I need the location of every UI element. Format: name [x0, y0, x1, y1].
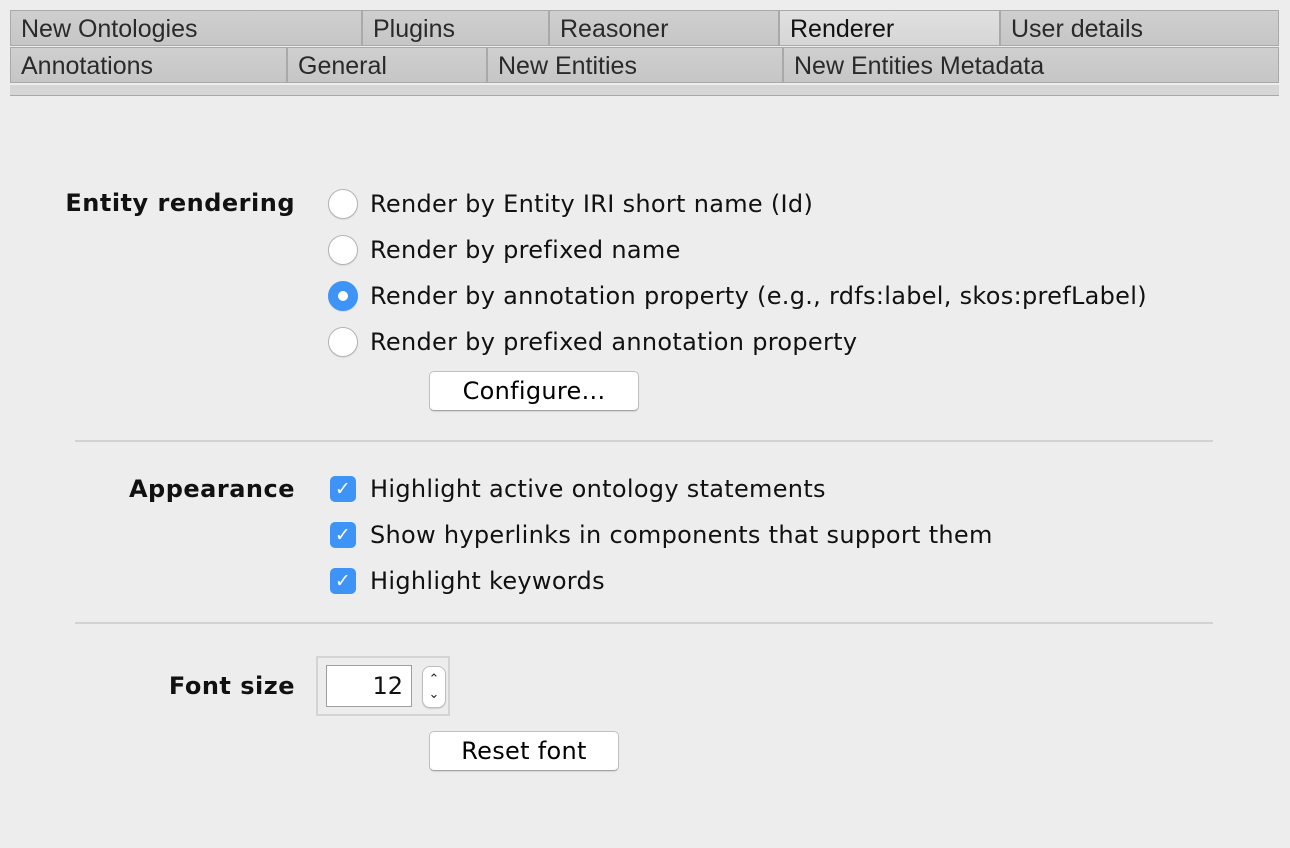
- font-size-input[interactable]: 12: [326, 665, 412, 707]
- configure-button[interactable]: Configure...: [429, 371, 639, 411]
- checkbox-highlight-active-ontology[interactable]: ✓ Highlight active ontology statements: [328, 475, 826, 503]
- tab-new-entities[interactable]: New Entities: [487, 47, 783, 83]
- tab-reasoner[interactable]: Reasoner: [549, 10, 779, 46]
- checkmark-icon[interactable]: ✓: [330, 522, 356, 548]
- checkbox-show-hyperlinks[interactable]: ✓ Show hyperlinks in components that sup…: [328, 521, 993, 549]
- tab-strip-border: [10, 85, 1279, 96]
- radio-option-prefixed-annotation-property[interactable]: Render by prefixed annotation property: [328, 327, 857, 357]
- tab-user-details[interactable]: User details: [1000, 10, 1279, 46]
- radio-label: Render by prefixed name: [370, 236, 681, 264]
- checkbox-highlight-keywords[interactable]: ✓ Highlight keywords: [328, 567, 605, 595]
- radio-option-annotation-property[interactable]: Render by annotation property (e.g., rdf…: [328, 281, 1147, 311]
- entity-rendering-label: Entity rendering: [65, 189, 295, 217]
- checkmark-icon[interactable]: ✓: [330, 568, 356, 594]
- tab-row-2: Annotations General New Entities New Ent…: [10, 47, 1279, 85]
- checkbox-label: Show hyperlinks in components that suppo…: [370, 521, 993, 549]
- font-size-spinner: 12 ⌃ ⌄: [316, 656, 450, 716]
- radio-button[interactable]: [328, 189, 358, 219]
- tab-plugins[interactable]: Plugins: [362, 10, 549, 46]
- radio-label: Render by Entity IRI short name (Id): [370, 190, 814, 218]
- tab-new-entities-metadata[interactable]: New Entities Metadata: [783, 47, 1279, 83]
- checkmark-icon[interactable]: ✓: [330, 476, 356, 502]
- radio-label: Render by annotation property (e.g., rdf…: [370, 282, 1147, 310]
- tab-new-ontologies[interactable]: New Ontologies: [10, 10, 362, 46]
- section-separator: [75, 622, 1213, 624]
- spinner-arrows[interactable]: ⌃ ⌄: [422, 666, 446, 708]
- chevron-up-icon[interactable]: ⌃: [429, 672, 440, 687]
- radio-button[interactable]: [328, 327, 358, 357]
- font-size-label: Font size: [168, 672, 295, 700]
- tab-annotations[interactable]: Annotations: [10, 47, 287, 83]
- chevron-down-icon[interactable]: ⌄: [429, 687, 440, 702]
- checkbox-label: Highlight keywords: [370, 567, 605, 595]
- radio-button[interactable]: [328, 235, 358, 265]
- tab-general[interactable]: General: [287, 47, 487, 83]
- tab-row-1: New Ontologies Plugins Reasoner Renderer…: [10, 10, 1279, 47]
- preferences-tab-bar: New Ontologies Plugins Reasoner Renderer…: [10, 10, 1279, 96]
- radio-label: Render by prefixed annotation property: [370, 328, 858, 356]
- tab-renderer[interactable]: Renderer: [779, 10, 1000, 46]
- reset-font-button[interactable]: Reset font: [429, 731, 619, 771]
- appearance-label: Appearance: [128, 475, 295, 503]
- checkbox-label: Highlight active ontology statements: [370, 475, 826, 503]
- radio-button-selected[interactable]: [328, 281, 358, 311]
- section-separator: [75, 440, 1213, 442]
- radio-option-prefixed-name[interactable]: Render by prefixed name: [328, 235, 681, 265]
- radio-option-iri-short-name[interactable]: Render by Entity IRI short name (Id): [328, 189, 813, 219]
